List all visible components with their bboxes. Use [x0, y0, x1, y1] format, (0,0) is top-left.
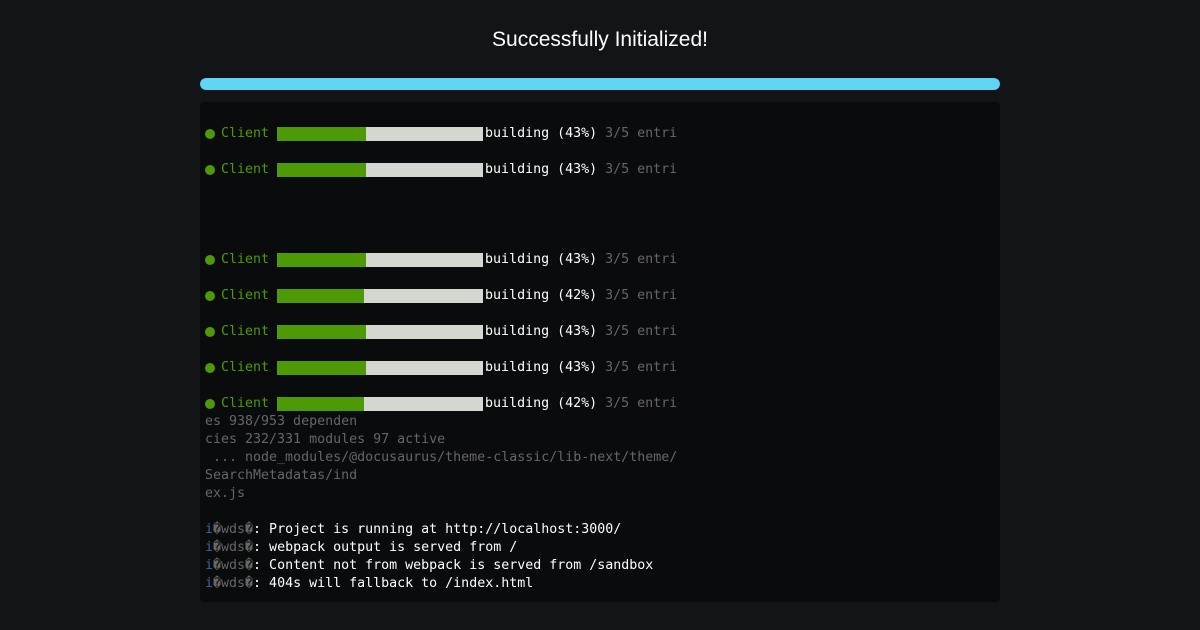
progress-bar: [200, 78, 1000, 90]
build-entries: 3/5 entri: [605, 126, 678, 141]
build-progress-bar: [277, 127, 484, 141]
build-progress-bar: [277, 397, 484, 411]
log-line: ... node_modules/@docusaurus/theme-class…: [205, 450, 678, 465]
build-entries: 3/5 entri: [605, 288, 678, 303]
build-label: Client: [221, 162, 270, 177]
build-label: Client: [221, 252, 270, 267]
info-icon: i: [205, 522, 214, 537]
wds-log-line: i �wds�: 404s will fallback to /index.ht…: [205, 575, 533, 593]
build-status: building (43%): [485, 360, 598, 375]
build-label: Client: [221, 396, 270, 411]
build-label: Client: [221, 288, 270, 303]
build-progress-bar: [277, 289, 484, 303]
wds-message: : Content not from webpack is served fro…: [253, 558, 654, 573]
page-title: Successfully Initialized!: [492, 28, 708, 51]
build-progress-bar: [277, 325, 484, 339]
build-row: Client building (43%) 3/5 entri: [205, 251, 677, 269]
wds-message: : webpack output is served from /: [253, 540, 518, 555]
terminal-output: Client building (43%) 3/5 entri Client bui…: [200, 102, 1000, 602]
build-label: Client: [221, 360, 270, 375]
wds-tag: �wds�: [213, 558, 254, 573]
build-progress-bar: [277, 253, 484, 267]
status-dot-icon: [205, 327, 215, 337]
build-status: building (43%): [485, 162, 598, 177]
info-icon: i: [205, 540, 214, 555]
status-dot-icon: [205, 129, 215, 139]
build-row: Client building (42%) 3/5 entri: [205, 395, 677, 413]
build-status: building (42%): [485, 288, 598, 303]
wds-log-line: i �wds�: Project is running at http://lo…: [205, 521, 621, 539]
build-label: Client: [221, 126, 270, 141]
log-line: cies 232/331 modules 97 active: [205, 432, 446, 447]
log-line: ex.js: [205, 486, 246, 501]
log-line: es 938/953 dependen: [205, 414, 358, 429]
build-row: Client building (43%) 3/5 entri: [205, 359, 677, 377]
wds-log-line: i �wds�: Content not from webpack is ser…: [205, 557, 653, 575]
info-icon: i: [205, 576, 214, 591]
wds-tag: �wds�: [213, 522, 254, 537]
info-icon: i: [205, 558, 214, 573]
build-entries: 3/5 entri: [605, 324, 678, 339]
build-row: Client building (43%) 3/5 entri: [205, 125, 677, 143]
build-status: building (43%): [485, 252, 598, 267]
wds-message: : Project is running at http://localhost…: [253, 522, 622, 537]
status-dot-icon: [205, 291, 215, 301]
build-label: Client: [221, 324, 270, 339]
build-status: building (43%): [485, 126, 598, 141]
build-entries: 3/5 entri: [605, 396, 678, 411]
build-entries: 3/5 entri: [605, 162, 678, 177]
log-line: SearchMetadatas/ind: [205, 468, 358, 483]
build-progress-bar: [277, 361, 484, 375]
progress-fill: [200, 78, 1000, 90]
status-dot-icon: [205, 255, 215, 265]
build-progress-bar: [277, 163, 484, 177]
wds-log-line: i �wds�: webpack output is served from /: [205, 539, 517, 557]
build-row: Client building (42%) 3/5 entri: [205, 287, 677, 305]
wds-tag: �wds�: [213, 576, 254, 591]
wds-message: : 404s will fallback to /index.html: [253, 576, 534, 591]
status-dot-icon: [205, 165, 215, 175]
build-status: building (42%): [485, 396, 598, 411]
build-row: Client building (43%) 3/5 entri: [205, 161, 677, 179]
status-dot-icon: [205, 399, 215, 409]
build-entries: 3/5 entri: [605, 360, 678, 375]
build-row: Client building (43%) 3/5 entri: [205, 323, 677, 341]
build-status: building (43%): [485, 324, 598, 339]
wds-tag: �wds�: [213, 540, 254, 555]
build-entries: 3/5 entri: [605, 252, 678, 267]
status-dot-icon: [205, 363, 215, 373]
